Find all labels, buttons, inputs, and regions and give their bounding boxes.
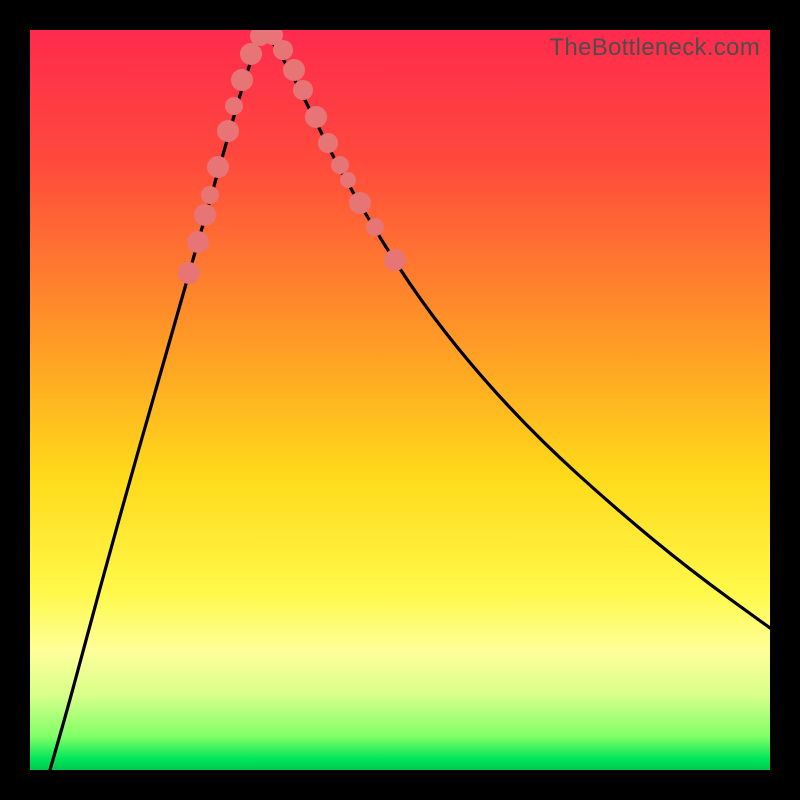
data-marker: [283, 59, 305, 81]
data-marker: [207, 156, 229, 178]
data-marker: [194, 204, 216, 226]
data-marker: [293, 80, 313, 100]
data-marker: [331, 156, 349, 174]
data-marker: [340, 172, 356, 188]
data-marker: [366, 218, 384, 236]
data-marker: [225, 97, 243, 115]
data-markers: [178, 30, 406, 284]
data-marker: [240, 43, 262, 65]
data-marker: [349, 192, 371, 214]
data-marker: [178, 262, 200, 284]
data-marker: [217, 120, 239, 142]
outer-frame: TheBottleneck.com: [0, 0, 800, 800]
chart-svg: [30, 30, 770, 770]
data-marker: [273, 40, 293, 60]
data-marker: [318, 133, 338, 153]
data-marker: [231, 69, 253, 91]
left-curve: [50, 33, 265, 770]
data-marker: [201, 186, 219, 204]
data-marker: [187, 231, 209, 253]
plot-area: TheBottleneck.com: [30, 30, 770, 770]
data-marker: [384, 249, 406, 271]
right-curve: [265, 33, 770, 628]
data-marker: [305, 106, 327, 128]
